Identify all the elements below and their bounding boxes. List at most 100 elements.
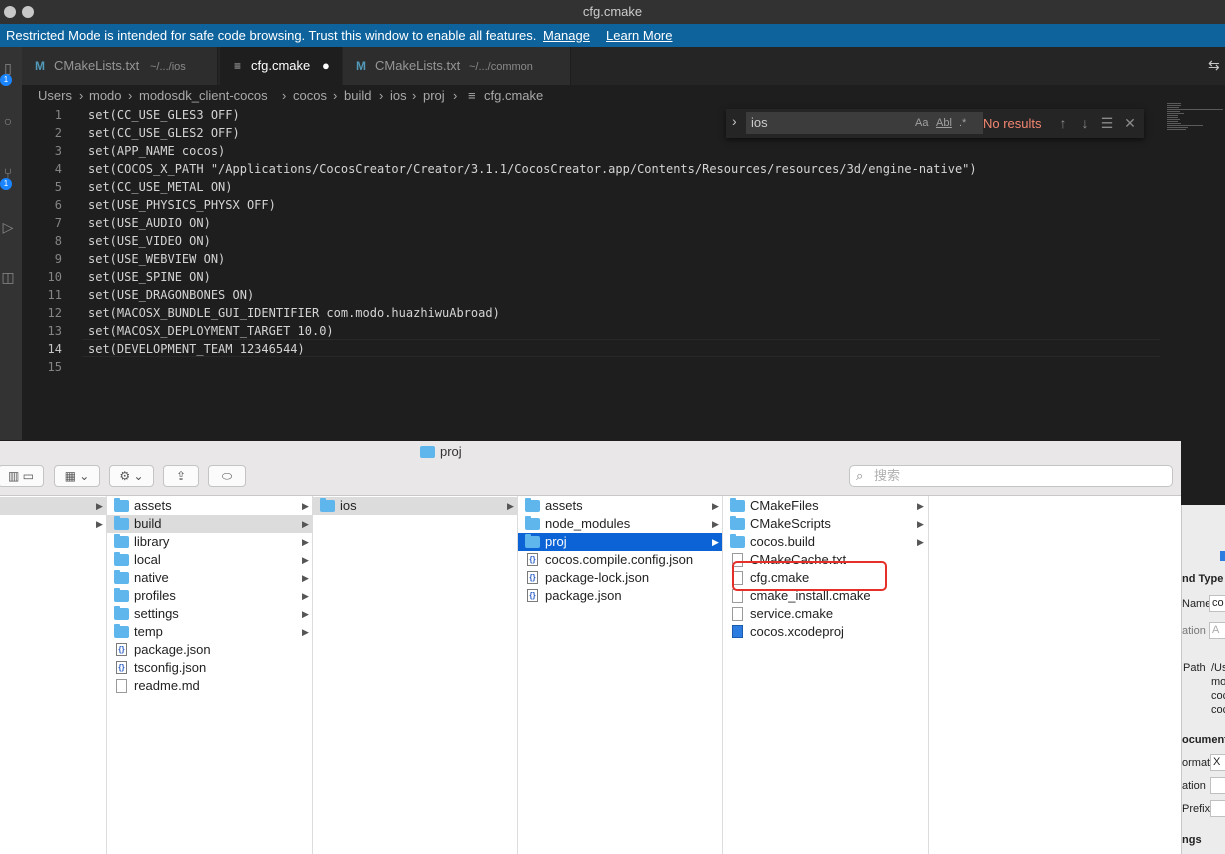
finder-row[interactable]: profiles ▶ — [107, 587, 312, 605]
name-field[interactable]: co — [1209, 595, 1225, 612]
finder-row[interactable]: assets ▶ — [518, 497, 722, 515]
inspector-tab-icon[interactable] — [1220, 551, 1225, 561]
breadcrumb-item[interactable]: cocos — [293, 85, 327, 106]
finder-row[interactable]: temp ▶ — [107, 623, 312, 641]
code-line: set(USE_PHYSICS_PHYSX OFF) — [88, 198, 276, 212]
finder-row[interactable]: local ▶ — [107, 551, 312, 569]
finder-row[interactable]: CMakeScripts ▶ — [723, 515, 928, 533]
prefix-field[interactable] — [1210, 800, 1225, 817]
folder-icon — [114, 588, 129, 602]
unsaved-dot-icon[interactable]: ● — [322, 47, 330, 85]
finder-row[interactable]: cocos.build ▶ — [723, 533, 928, 551]
code-line: set(APP_NAME cocos) — [88, 144, 226, 158]
chevron-right-icon: › — [412, 88, 417, 103]
toggle-replace-chevron-icon[interactable]: › — [732, 113, 737, 129]
minimize-window-button[interactable] — [22, 6, 34, 18]
location-select[interactable]: A — [1209, 622, 1225, 639]
finder-row[interactable]: assets ▶ — [107, 497, 312, 515]
group-by-button[interactable]: ▦ ⌄ — [54, 465, 100, 487]
finder-item-name: node_modules — [545, 516, 631, 531]
line-number: 1 — [54, 108, 62, 122]
breadcrumb-item[interactable]: proj — [423, 85, 445, 106]
finder-row[interactable]: node_modules ▶ — [518, 515, 722, 533]
disclosure-arrow-icon: ▶ — [302, 501, 309, 511]
finder-row[interactable]: {} cocos.compile.config.json — [518, 551, 722, 569]
code-editor[interactable]: 1 2 3 4 5 6 7 8 9 10 11 12 13 14 15 set(CC_USE_GLES3 O… — [22, 106, 1165, 440]
tag-icon[interactable]: ⬭ — [208, 465, 246, 487]
search-placeholder: 搜索 — [874, 468, 901, 483]
finder-row[interactable]: ▶ — [0, 497, 106, 515]
close-window-button[interactable] — [4, 6, 16, 18]
finder-item-name: build — [134, 516, 162, 531]
banner-message: Restricted Mode is intended for safe cod… — [6, 28, 537, 43]
finder-row[interactable]: settings ▶ — [107, 605, 312, 623]
finder-column-1[interactable]: ▶ ▶ — [0, 496, 107, 854]
arrow-down-icon[interactable]: ↓ — [1076, 113, 1094, 133]
tab-cmakelists-ios[interactable]: M CMakeLists.txt ~/.../ios — [22, 47, 218, 85]
run-debug-icon[interactable]: ▷ — [0, 219, 16, 235]
find-in-selection-icon[interactable]: ☰ — [1098, 113, 1116, 133]
finder-row[interactable]: {} package.json — [107, 641, 312, 659]
finder-row[interactable]: readme.md — [107, 677, 312, 695]
disclosure-arrow-icon: ▶ — [302, 519, 309, 529]
finder-row[interactable]: library ▶ — [107, 533, 312, 551]
minimap[interactable] — [1165, 100, 1225, 440]
finder-column-4[interactable]: assets ▶ node_modules ▶ proj ▶ {} cocos.compile… — [518, 496, 723, 854]
finder-row[interactable]: build ▶ — [107, 515, 312, 533]
finder-column-5[interactable]: CMakeFiles ▶ CMakeScripts ▶ cocos.build ▶ CMak… — [723, 496, 929, 854]
line-number: 15 — [47, 360, 62, 374]
use-regex-icon[interactable]: .* — [959, 114, 966, 132]
finder-item-name: native — [134, 570, 169, 585]
finder-row[interactable]: CMakeFiles ▶ — [723, 497, 928, 515]
close-icon[interactable]: ✕ — [1121, 113, 1139, 133]
json-file-icon: {} — [527, 553, 538, 566]
finder-row[interactable]: {} package-lock.json — [518, 569, 722, 587]
chevron-right-icon: › — [79, 88, 84, 103]
finder-column-empty[interactable] — [929, 496, 1181, 854]
finder-row[interactable]: cocos.xcodeproj — [723, 623, 928, 641]
tab-cmakelists-common[interactable]: M CMakeLists.txt ~/.../common — [343, 47, 571, 85]
disclosure-arrow-icon: ▶ — [302, 609, 309, 619]
view-mode-buttons[interactable]: ▥ ▭ — [0, 465, 44, 487]
action-gear-button[interactable]: ⚙ ⌄ — [109, 465, 154, 487]
find-widget: › ios Aa Abl .* No results ↑ ↓ ☰ ✕ — [726, 109, 1144, 138]
compare-changes-icon[interactable]: ⇆ — [1208, 57, 1220, 74]
finder-row[interactable]: ios ▶ — [313, 497, 517, 515]
finder-row[interactable]: native ▶ — [107, 569, 312, 587]
finder-row[interactable]: proj ▶ — [518, 533, 722, 551]
match-case-icon[interactable]: Aa — [915, 114, 928, 132]
learn-more-link[interactable]: Learn More — [606, 24, 672, 47]
finder-column-2[interactable]: assets ▶ build ▶ library ▶ local ▶ native ▶ profil… — [107, 496, 313, 854]
share-icon[interactable]: ⇪ — [163, 465, 199, 487]
name-label: Name — [1182, 598, 1212, 610]
localization-field[interactable] — [1210, 777, 1225, 794]
path-line: coc — [1211, 690, 1225, 702]
finder-column-3[interactable]: ios ▶ — [313, 496, 518, 854]
folder-icon — [114, 534, 129, 548]
match-whole-word-icon[interactable]: Abl — [936, 114, 952, 132]
activity-bar: ▯ 1 ○ ⑂ 1 ▷ ◫ — [0, 47, 22, 440]
breadcrumb-item[interactable]: modo — [89, 85, 122, 106]
finder-row[interactable]: service.cmake — [723, 605, 928, 623]
finder-row[interactable]: {} package.json — [518, 587, 722, 605]
format-select[interactable]: X — [1210, 754, 1225, 771]
tab-cfg-cmake[interactable]: ≡ cfg.cmake ● — [220, 47, 342, 85]
breadcrumb-item[interactable]: modosdk_client-cocos — [139, 85, 268, 106]
finder-row[interactable]: {} tsconfig.json — [107, 659, 312, 677]
finder-search-input[interactable]: ⌕ 搜索 — [849, 465, 1173, 487]
breadcrumb-item[interactable]: ios — [390, 85, 407, 106]
find-status: No results — [983, 116, 1042, 131]
finder-item-name: assets — [134, 498, 172, 513]
cmake-file-icon: M — [356, 59, 366, 73]
search-icon[interactable]: ○ — [0, 113, 16, 129]
manage-link[interactable]: Manage — [543, 24, 590, 47]
breadcrumb-item[interactable]: cfg.cmake — [484, 85, 543, 106]
arrow-up-icon[interactable]: ↑ — [1054, 113, 1072, 133]
disclosure-arrow-icon: ▶ — [302, 537, 309, 547]
finder-row[interactable]: ▶ — [0, 515, 106, 533]
folder-icon — [730, 534, 745, 548]
folder-icon — [525, 516, 540, 530]
breadcrumb-item[interactable]: build — [344, 85, 371, 106]
extensions-icon[interactable]: ◫ — [0, 269, 16, 285]
breadcrumb-item[interactable]: Users — [38, 85, 72, 106]
